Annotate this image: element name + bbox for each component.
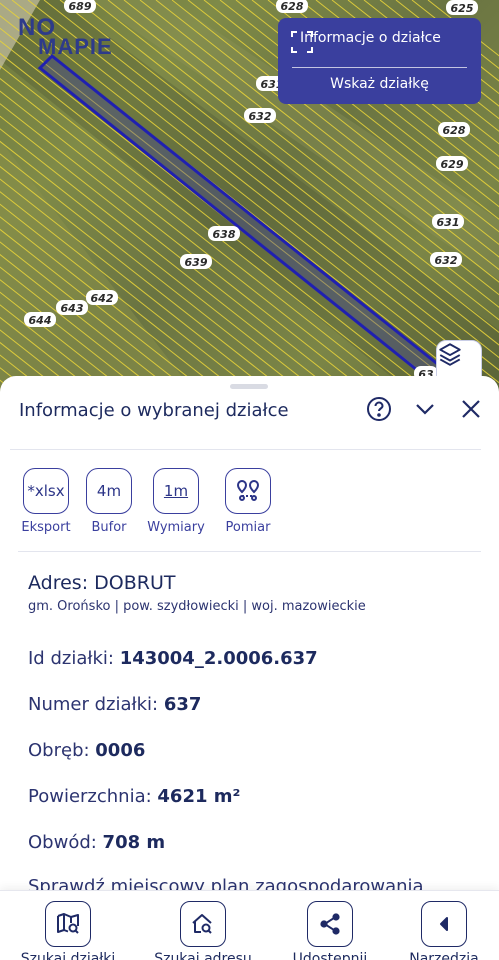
nav-search-address[interactable]: Szukaj adresu: [150, 901, 256, 960]
perimeter-label: Obwód:: [28, 832, 103, 853]
collapse-button[interactable]: [412, 398, 438, 424]
parcel-number-label: 642: [91, 292, 114, 305]
parcel-number-label: 638: [213, 228, 236, 241]
nav-share[interactable]: Udostępnij: [288, 901, 372, 960]
parcel-info-label: Informacje o działce: [300, 30, 441, 46]
dimensions-icon: 1m: [153, 468, 199, 514]
parcel-number-label: 632: [435, 254, 458, 267]
app-logo: NO MAPIE: [18, 14, 112, 59]
export-label: Eksport: [21, 520, 71, 535]
parcel-admin-units: gm. Orońsko | pow. szydłowiecki | woj. m…: [28, 599, 366, 614]
sheet-drag-handle[interactable]: [230, 384, 268, 389]
map-search-icon: [45, 901, 91, 947]
dimensions-tool[interactable]: 1m Wymiary: [144, 468, 208, 535]
parcel-number-label: 644: [29, 314, 52, 327]
buffer-tool[interactable]: 4m Bufor: [86, 468, 132, 535]
nav-search-parcel-label: Szukaj działki: [20, 951, 116, 960]
map-view[interactable]: 6896286256316326276286296316326386396426…: [0, 0, 499, 400]
nav-tools-label: Narzędzia: [409, 951, 479, 960]
precinct-row: Obręb: 0006: [28, 740, 145, 761]
nav-search-address-label: Szukaj adresu: [154, 951, 252, 960]
parcel-number-label: 632: [249, 110, 272, 123]
area-value: 4621 m²: [157, 786, 241, 807]
parcel-number-label: 631: [437, 216, 460, 229]
area-label: Powierzchnia:: [28, 786, 158, 807]
nav-search-parcel[interactable]: Szukaj działki: [16, 901, 120, 960]
buffer-label: Bufor: [91, 520, 127, 535]
parcel-number-label: 628: [281, 0, 304, 13]
area-row: Powierzchnia: 4621 m²: [28, 786, 240, 807]
dimensions-label: Wymiary: [147, 520, 205, 535]
nav-tools[interactable]: Narzędzia: [404, 901, 484, 960]
parcel-address: Adres: DOBRUT: [28, 572, 176, 594]
chevron-left-icon: [421, 901, 467, 947]
parcel-number-label: 689: [69, 0, 92, 13]
parcel-number-label: 629: [441, 158, 464, 171]
nav-share-label: Udostępnij: [292, 951, 368, 960]
export-tool[interactable]: *xlsx Eksport: [18, 468, 74, 535]
parcel-number-label: 643: [61, 302, 84, 315]
perimeter-value: 708 m: [102, 832, 166, 853]
share-icon: [307, 901, 353, 947]
sheet-title: Informacje o wybranej działce: [19, 400, 289, 421]
chevron-down-icon: [414, 398, 436, 424]
measure-tool[interactable]: Pomiar: [220, 468, 276, 535]
parcel-number-label: 639: [185, 256, 208, 269]
precinct-value: 0006: [95, 740, 146, 761]
parcel-number-label: Numer działki:: [28, 694, 164, 715]
help-button[interactable]: [366, 396, 392, 426]
parcel-number-label: 625: [451, 2, 474, 15]
parcel-number-label: 628: [443, 124, 466, 137]
precinct-label: Obręb:: [28, 740, 96, 761]
logo-text-mapie: MAPIE: [38, 34, 113, 59]
parcel-info-popup: Informacje o działce Wskaż działkę: [278, 18, 481, 104]
buffer-icon: 4m: [86, 468, 132, 514]
parcel-number-row: Numer działki: 637: [28, 694, 201, 715]
tools-divider: [18, 551, 481, 552]
parcel-details-sheet: Informacje o wybranej działce *xlsx Eksp…: [0, 376, 499, 960]
measure-pins-icon: [225, 468, 271, 514]
perimeter-row: Obwód: 708 m: [28, 832, 165, 853]
parcel-id-row: Id działki: 143004_2.0006.637: [28, 648, 318, 669]
select-parcel-option[interactable]: Wskaż działkę: [278, 76, 481, 92]
measure-label: Pomiar: [225, 520, 271, 535]
popup-divider: [292, 67, 467, 68]
tools-row: *xlsx Eksport 4m Bufor 1m Wymiary Pomiar: [18, 468, 276, 535]
home-search-icon: [180, 901, 226, 947]
parcel-id-value: 143004_2.0006.637: [119, 648, 318, 669]
parcel-id-label: Id działki:: [28, 648, 120, 669]
export-xlsx-icon: *xlsx: [23, 468, 69, 514]
parcel-number-value: 637: [163, 694, 202, 715]
close-icon: [460, 398, 482, 424]
help-icon: [366, 396, 392, 426]
parcel-info-option[interactable]: Informacje o działce: [290, 30, 441, 53]
close-button[interactable]: [458, 398, 484, 424]
bottom-navigation: Szukaj działki Szukaj adresu Udostępnij: [0, 890, 499, 960]
header-divider: [10, 449, 481, 450]
